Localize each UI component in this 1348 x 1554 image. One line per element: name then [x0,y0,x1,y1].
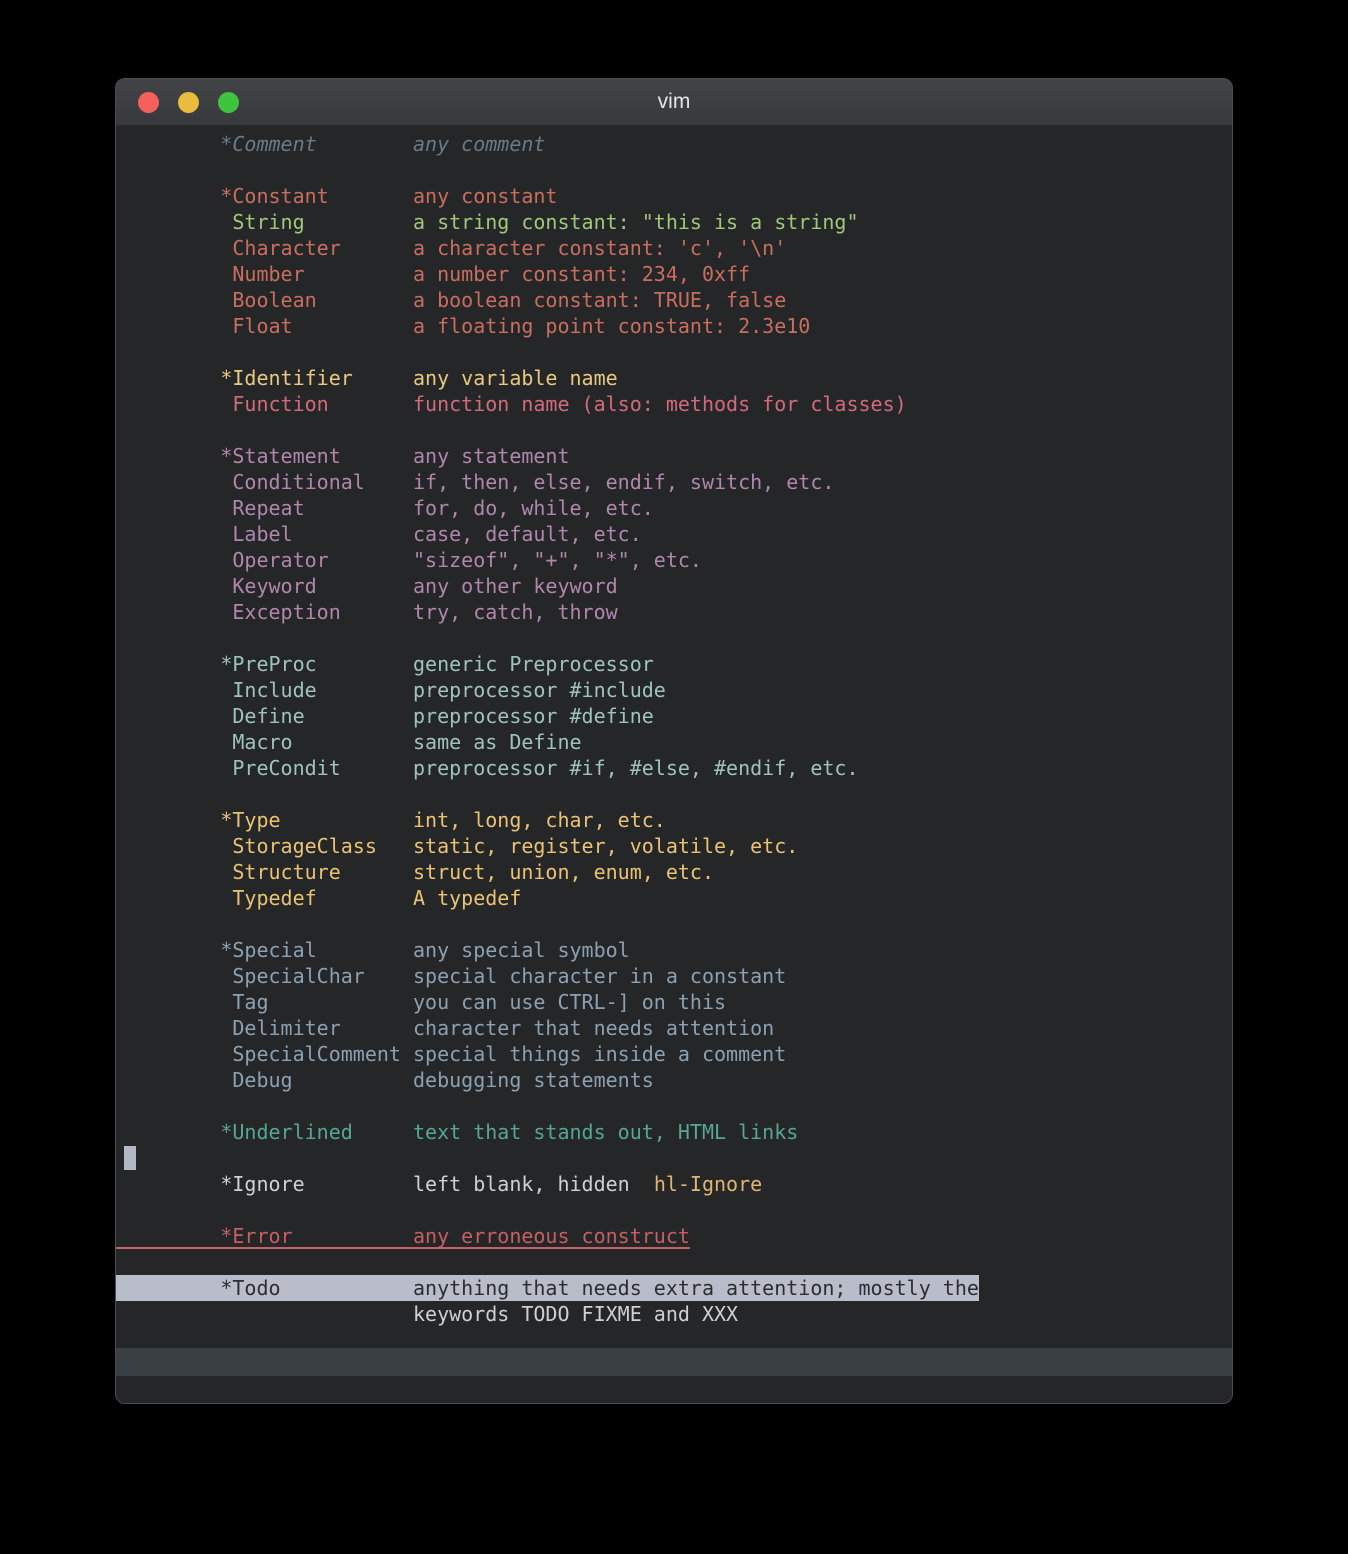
buffer-line: Structure struct, union, enum, etc. [124,859,1232,885]
buffer-line: Delimiter character that needs attention [124,1015,1232,1041]
segment-preproc: Include preprocessor #include [124,678,666,702]
segment-comment: *Comment any comment [124,132,545,156]
window-title: vim [116,90,1232,114]
buffer-line: Repeat for, do, while, etc. [124,495,1232,521]
segment-constant: Boolean a boolean constant: TRUE, false [124,288,786,312]
statusline: syntax.txt [help] [-][RO] unix/utf-8 264… [116,1348,1232,1376]
segment-constant: Character a character constant: 'c', '\n… [124,236,786,260]
buffer-line: *Type int, long, char, etc. [124,807,1232,833]
buffer-line [124,1249,1232,1275]
buffer-line [124,625,1232,651]
traffic-lights [138,92,239,113]
buffer-line: *Todo anything that needs extra attentio… [124,1275,1232,1301]
segment-special: *Special any special symbol [124,938,630,962]
titlebar[interactable]: vim [116,79,1232,126]
segment-constant: *Constant any constant [124,184,557,208]
buffer-line: *Ignore left blank, hidden hl-Ignore [124,1171,1232,1197]
buffer-line: *Underlined text that stands out, HTML l… [124,1119,1232,1145]
segment-statement: Repeat for, do, while, etc. [124,496,654,520]
buffer-line [124,417,1232,443]
cursor-block [124,1146,136,1170]
segment-preproc: *PreProc generic Preprocessor [124,652,654,676]
buffer-line [124,339,1232,365]
buffer-line: Function function name (also: methods fo… [124,391,1232,417]
command-line[interactable]: :nohlsearch [116,1376,1232,1403]
segment-special: SpecialChar special character in a const… [124,964,786,988]
buffer-line [124,911,1232,937]
buffer-line: Macro same as Define [124,729,1232,755]
buffer-line: Keyword any other keyword [124,573,1232,599]
segment-constant: Float a floating point constant: 2.3e10 [124,314,810,338]
segment-string: String a string constant: "this is a str… [124,210,859,234]
buffer-line: Boolean a boolean constant: TRUE, false [124,287,1232,313]
segment-type: StorageClass static, register, volatile,… [124,834,798,858]
segment-statement: Conditional if, then, else, endif, switc… [124,470,834,494]
segment-normal: *Ignore left blank, hidden [124,1172,654,1196]
buffer-line: Debug debugging statements [124,1067,1232,1093]
minimize-button[interactable] [178,92,199,113]
buffer-line [124,1093,1232,1119]
buffer-line: SpecialChar special character in a const… [124,963,1232,989]
segment-special: Debug debugging statements [124,1068,654,1092]
segment-normal: keywords TODO FIXME and XXX [124,1302,738,1326]
buffer-line: Label case, default, etc. [124,521,1232,547]
segment-statement: Keyword any other keyword [124,574,618,598]
segment-special: SpecialComment special things inside a c… [124,1042,786,1066]
segment-special: Delimiter character that needs attention [124,1016,774,1040]
segment-preproc: PreCondit preprocessor #if, #else, #endi… [124,756,859,780]
zoom-button[interactable] [218,92,239,113]
segment-function: Function function name (also: methods fo… [124,392,907,416]
close-button[interactable] [138,92,159,113]
buffer-line: *Special any special symbol [124,937,1232,963]
buffer[interactable]: *Comment any comment *Constant any const… [116,125,1232,1348]
segment-constant: Number a number constant: 234, 0xff [124,262,750,286]
buffer-line: *Error any erroneous construct [124,1223,1232,1249]
segment-type: Typedef A typedef [124,886,521,910]
buffer-line [124,157,1232,183]
segment-statement: Label case, default, etc. [124,522,642,546]
buffer-line: Define preprocessor #define [124,703,1232,729]
todo-highlight-bar: *Todo anything that needs extra attentio… [116,1275,979,1301]
buffer-line: *PreProc generic Preprocessor [124,651,1232,677]
buffer-line [124,1197,1232,1223]
segment-type: Structure struct, union, enum, etc. [124,860,714,884]
error-highlight-bar: *Error any erroneous construct [116,1223,690,1249]
buffer-line: *Constant any constant [124,183,1232,209]
vim-window: vim *Comment any comment *Constant any c… [115,78,1233,1404]
buffer-line [124,1145,1232,1171]
buffer-line: SpecialComment special things inside a c… [124,1041,1232,1067]
buffer-line: PreCondit preprocessor #if, #else, #endi… [124,755,1232,781]
buffer-line: keywords TODO FIXME and XXX [124,1301,1232,1327]
buffer-line: *Comment any comment [124,131,1232,157]
segment-todo: *Todo anything that needs extra attentio… [124,1276,979,1300]
buffer-line: *Statement any statement [124,443,1232,469]
command-line-text: :nohlsearch [172,1403,304,1404]
segment-preproc: Macro same as Define [124,730,582,754]
buffer-line: Conditional if, then, else, endif, switc… [124,469,1232,495]
segment-identifier: *Identifier any variable name [124,366,618,390]
buffer-line: String a string constant: "this is a str… [124,209,1232,235]
buffer-line: Float a floating point constant: 2.3e10 [124,313,1232,339]
segment-error: *Error any erroneous construct [124,1224,690,1248]
buffer-line: Typedef A typedef [124,885,1232,911]
segment-special: Tag you can use CTRL-] on this [124,990,726,1014]
segment-underlined: *Underlined text that stands out, HTML l… [124,1120,798,1144]
segment-statement: *Statement any statement [124,444,570,468]
buffer-line: *Identifier any variable name [124,365,1232,391]
buffer-line: Tag you can use CTRL-] on this [124,989,1232,1015]
segment-type: *Type int, long, char, etc. [124,808,666,832]
segment-statement: Operator "sizeof", "+", "*", etc. [124,548,702,572]
buffer-line [124,781,1232,807]
buffer-line: StorageClass static, register, volatile,… [124,833,1232,859]
buffer-line: Character a character constant: 'c', '\n… [124,235,1232,261]
segment-preproc: Define preprocessor #define [124,704,654,728]
segment-tag: hl-Ignore [654,1172,762,1196]
buffer-line: Operator "sizeof", "+", "*", etc. [124,547,1232,573]
buffer-line: Number a number constant: 234, 0xff [124,261,1232,287]
segment-statement: Exception try, catch, throw [124,600,618,624]
buffer-line: Include preprocessor #include [124,677,1232,703]
buffer-line: Exception try, catch, throw [124,599,1232,625]
